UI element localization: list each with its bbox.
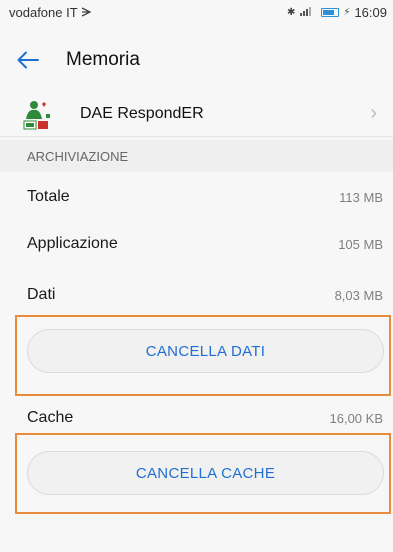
cache-value: 16,00 KB	[329, 410, 384, 426]
signal-icon	[299, 6, 317, 19]
data-label: Dati	[27, 286, 56, 303]
app-size-label: Applicazione	[27, 235, 118, 252]
header: Memoria	[0, 38, 393, 82]
app-size-value: 105 MB	[338, 236, 383, 252]
data-value: 8,03 MB	[334, 287, 383, 303]
data-row: Dati 8,03 MB	[0, 270, 393, 320]
battery-icon	[321, 7, 340, 17]
clock: 16:09	[354, 4, 387, 20]
bluetooth-icon: ✱	[287, 6, 296, 18]
clear-data-button[interactable]: CANCELLA DATI	[27, 329, 384, 373]
page-title: Memoria	[66, 49, 140, 70]
chevron-right-icon: ›	[370, 102, 377, 124]
carrier-label: vodafone IT	[9, 4, 78, 20]
cache-label: Cache	[27, 409, 74, 426]
charging-icon: ⚡	[343, 6, 351, 18]
total-label: Totale	[27, 188, 70, 205]
arrow-left-icon[interactable]	[16, 48, 40, 72]
total-value: 113 MB	[339, 189, 383, 205]
cast-icon	[81, 5, 92, 20]
clear-cache-button[interactable]: CANCELLA CACHE	[27, 451, 384, 495]
app-size-row: Applicazione 105 MB	[0, 219, 393, 269]
status-right: ✱ ⚡ 16:09	[287, 5, 387, 20]
app-name: DAE RespondER	[80, 104, 204, 122]
total-row: Totale 113 MB	[0, 172, 393, 222]
status-left: vodafone IT	[9, 5, 92, 20]
app-info-row[interactable]: DAE RespondER ›	[0, 91, 393, 137]
dae-responder-app-icon	[20, 97, 56, 131]
section-header-storage: ARCHIVIAZIONE	[0, 140, 393, 172]
status-bar: vodafone IT ✱ ⚡ 16:09	[0, 0, 393, 24]
